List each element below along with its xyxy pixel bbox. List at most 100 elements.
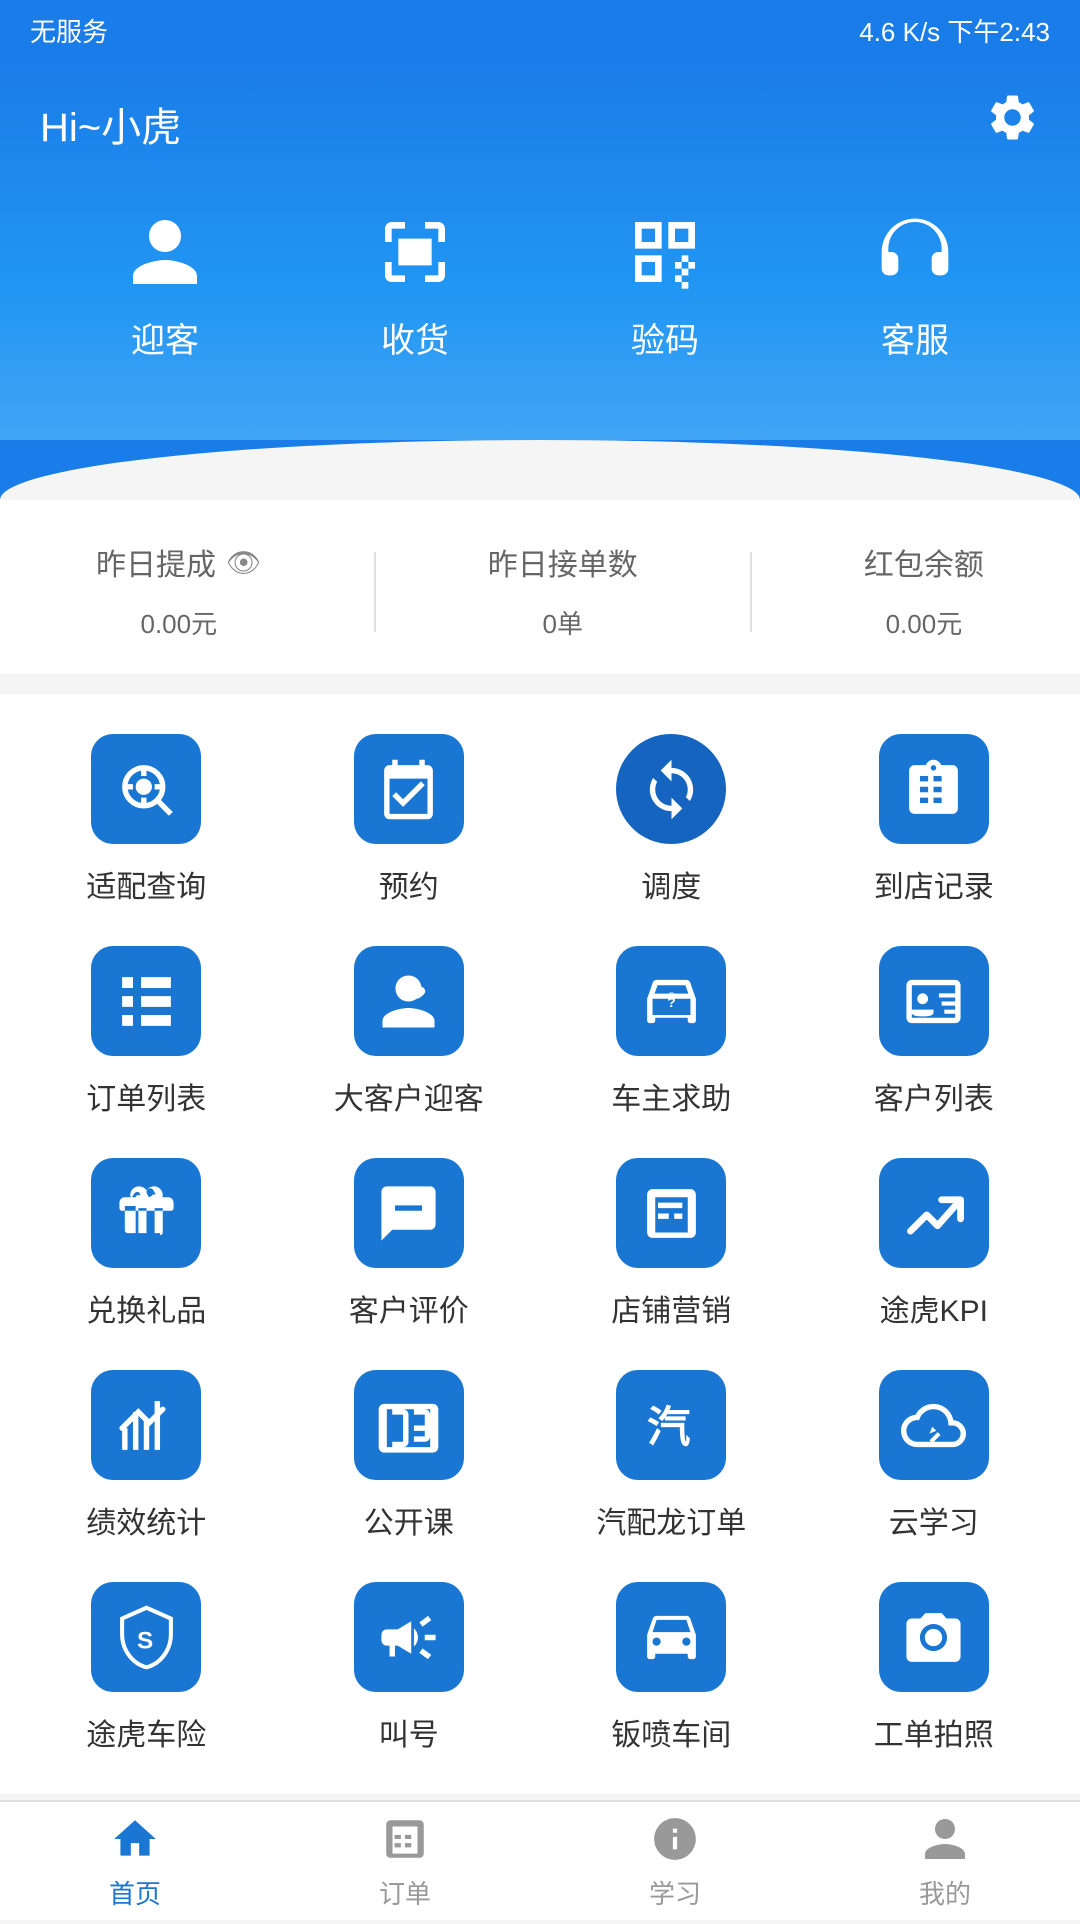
top-menu-receive-label: 收货: [381, 313, 449, 362]
grid-item-qipeilong-order[interactable]: 汽 汽配龙订单: [545, 1370, 798, 1542]
grid-label-call-number: 叫号: [379, 1710, 439, 1754]
stat-commission-label: 昨日提成: [96, 540, 216, 584]
stat-orders-label: 昨日接单数: [488, 540, 638, 584]
top-menu-service[interactable]: 客服: [870, 207, 960, 362]
stat-redpacket-label: 红包余额: [864, 540, 984, 584]
megaphone-icon: [354, 1582, 464, 1692]
stat-orders-value: 0单: [542, 594, 582, 644]
grid-label-tuhu-insurance: 途虎车险: [86, 1710, 206, 1754]
grid-label-performance: 绩效统计: [86, 1498, 206, 1542]
grid-item-order-list[interactable]: 订单列表: [20, 946, 273, 1118]
cloud-pen-icon: [879, 1370, 989, 1480]
grid-label-customer-review: 客户评价: [349, 1286, 469, 1330]
bottom-navigation: 首页 订单 学习 我的: [0, 1800, 1080, 1920]
qipei-char-icon: 汽: [616, 1370, 726, 1480]
grid-label-store-marketing: 店铺营销: [611, 1286, 731, 1330]
status-time: 4.6 K/s 下午2:43: [859, 12, 1050, 49]
list-clipboard-icon: [879, 734, 989, 844]
calendar-check-icon: [354, 734, 464, 844]
grid-label-appointment: 预约: [379, 862, 439, 906]
feature-grid: 适配查询 预约 调度 到店记录: [20, 734, 1060, 1754]
grid-item-store-marketing[interactable]: 店铺营销: [545, 1158, 798, 1330]
svg-text:S: S: [137, 1627, 153, 1654]
stat-orders: 昨日接单数 0单: [488, 540, 638, 644]
nav-learning[interactable]: 学习: [540, 1811, 810, 1911]
nav-mine[interactable]: 我的: [810, 1811, 1080, 1911]
nav-home[interactable]: 首页: [0, 1811, 270, 1911]
grid-label-fitment-query: 适配查询: [86, 862, 206, 906]
grid-label-gift-exchange: 兑换礼品: [86, 1286, 206, 1330]
grid-item-tuhu-insurance[interactable]: S 途虎车险: [20, 1582, 273, 1754]
grid-label-vip-welcome: 大客户迎客: [334, 1074, 484, 1118]
order-icon: [378, 1811, 433, 1866]
grid-item-customer-list[interactable]: 客户列表: [808, 946, 1061, 1118]
grid-section: 适配查询 预约 调度 到店记录: [0, 694, 1080, 1794]
stat-divider-2: [750, 552, 752, 632]
stat-redpacket-value: 0.00元: [886, 594, 963, 644]
grid-item-dispatch[interactable]: 调度: [545, 734, 798, 906]
grid-label-public-class: 公开课: [364, 1498, 454, 1542]
grid-item-cloud-learning[interactable]: 云学习: [808, 1370, 1061, 1542]
car-wrench-icon: [616, 1582, 726, 1692]
car-question-icon: ?: [616, 946, 726, 1056]
top-menu-verify-label: 验码: [631, 313, 699, 362]
stats-section: 昨日提成 👁 0.00元 昨日接单数 0单 红包余额 0.00元: [0, 500, 1080, 674]
grid-item-call-number[interactable]: 叫号: [283, 1582, 536, 1754]
book-open-icon: [354, 1370, 464, 1480]
grid-item-work-photo[interactable]: 工单拍照: [808, 1582, 1061, 1754]
grid-label-cloud-learning: 云学习: [889, 1498, 979, 1542]
grid-item-paint-workshop[interactable]: 钣喷车间: [545, 1582, 798, 1754]
stat-redpacket: 红包余额 0.00元: [864, 540, 984, 644]
grid-label-work-photo: 工单拍照: [874, 1710, 994, 1754]
nav-order[interactable]: 订单: [270, 1811, 540, 1911]
learning-icon: [648, 1811, 703, 1866]
grid-label-dispatch: 调度: [641, 862, 701, 906]
grid-item-owner-help[interactable]: ? 车主求助: [545, 946, 798, 1118]
grid-label-paint-workshop: 钣喷车间: [611, 1710, 731, 1754]
stat-commission: 昨日提成 👁 0.00元: [96, 540, 262, 644]
svg-text:汽: 汽: [647, 1403, 690, 1451]
trend-up-icon: [879, 1158, 989, 1268]
headset-icon: [870, 207, 960, 297]
camera-icon: [879, 1582, 989, 1692]
top-menu: 迎客 收货 验码 客服: [40, 207, 1040, 362]
grid-label-store-record: 到店记录: [874, 862, 994, 906]
person-heart-icon: [354, 946, 464, 1056]
grid-label-qipeilong-order: 汽配龙订单: [596, 1498, 746, 1542]
grid-item-tuhu-kpi[interactable]: 途虎KPI: [808, 1158, 1061, 1330]
grid-item-store-record[interactable]: 到店记录: [808, 734, 1061, 906]
qr-icon: [620, 207, 710, 297]
top-menu-service-label: 客服: [881, 313, 949, 362]
stat-divider-1: [374, 552, 376, 632]
id-card-icon: [879, 946, 989, 1056]
top-menu-receive[interactable]: 收货: [370, 207, 460, 362]
status-signal: 无服务: [30, 12, 108, 49]
chart-bar-icon: [91, 1370, 201, 1480]
store-doc-icon: [616, 1158, 726, 1268]
grid-label-order-list: 订单列表: [86, 1074, 206, 1118]
grid-item-public-class[interactable]: 公开课: [283, 1370, 536, 1542]
mine-icon: [918, 1811, 973, 1866]
chat-lines-icon: [354, 1158, 464, 1268]
grid-item-gift-exchange[interactable]: 兑换礼品: [20, 1158, 273, 1330]
grid-item-customer-review[interactable]: 客户评价: [283, 1158, 536, 1330]
nav-mine-label: 我的: [919, 1874, 971, 1911]
header: Hi~小虎 迎客 收货: [0, 60, 1080, 442]
insurance-s-icon: S: [91, 1582, 201, 1692]
top-menu-verify[interactable]: 验码: [620, 207, 710, 362]
settings-button[interactable]: [985, 90, 1040, 157]
eye-icon[interactable]: 👁: [226, 546, 262, 579]
grid-item-fitment-query[interactable]: 适配查询: [20, 734, 273, 906]
top-menu-welcome[interactable]: 迎客: [120, 207, 210, 362]
greeting-text: Hi~小虎: [40, 95, 181, 153]
gift-icon: [91, 1158, 201, 1268]
nav-home-label: 首页: [109, 1874, 161, 1911]
grid-item-vip-welcome[interactable]: 大客户迎客: [283, 946, 536, 1118]
grid-item-appointment[interactable]: 预约: [283, 734, 536, 906]
scan-icon: [370, 207, 460, 297]
grid-item-performance[interactable]: 绩效统计: [20, 1370, 273, 1542]
stat-commission-value: 0.00元: [140, 594, 217, 644]
status-bar: 无服务 4.6 K/s 下午2:43: [0, 0, 1080, 60]
nav-order-label: 订单: [379, 1874, 431, 1911]
wave-separator: [0, 440, 1080, 500]
